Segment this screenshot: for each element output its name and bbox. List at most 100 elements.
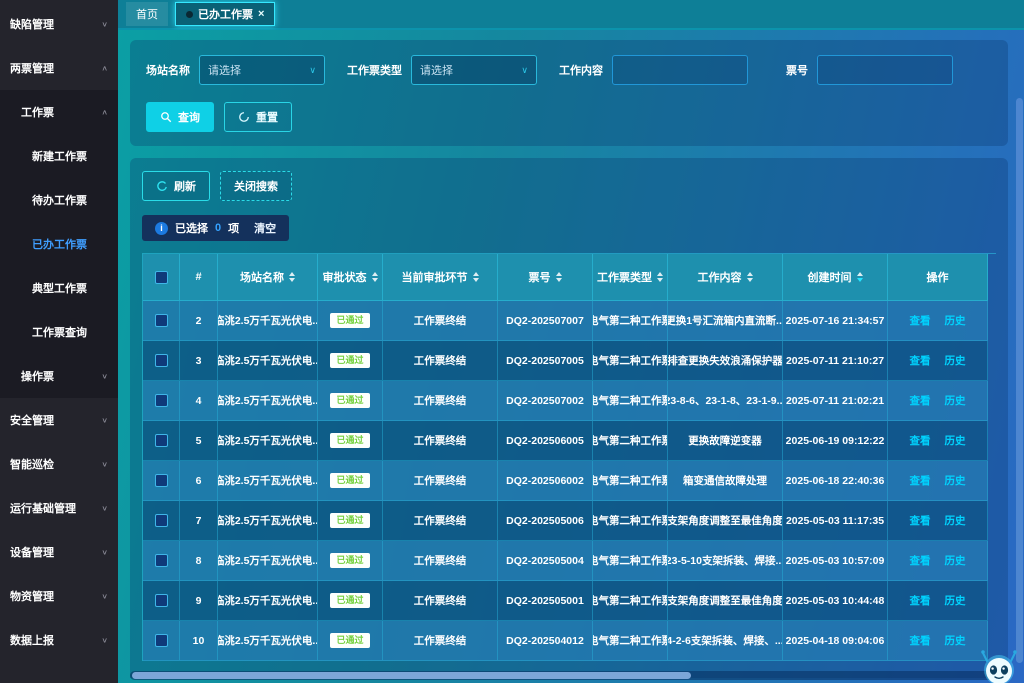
- tab[interactable]: 首页: [126, 2, 168, 26]
- history-link[interactable]: 历史: [945, 433, 966, 448]
- sort-icon[interactable]: [289, 272, 295, 282]
- assistant-robot-icon[interactable]: [978, 644, 1020, 683]
- chevron-down-icon: ∨: [521, 65, 528, 76]
- row-checkbox[interactable]: [155, 514, 168, 527]
- view-link[interactable]: 查看: [910, 353, 931, 368]
- row-checkbox[interactable]: [155, 634, 168, 647]
- sidebar-item[interactable]: 已办工作票: [0, 222, 118, 266]
- column-header-type[interactable]: 工作票类型: [593, 254, 668, 301]
- horizontal-scrollbar[interactable]: [132, 672, 691, 679]
- column-header-status[interactable]: 审批状态: [318, 254, 383, 301]
- selection-bar: 已选择 0 项 清空: [142, 215, 289, 241]
- status-badge: 已通过: [330, 433, 369, 448]
- history-link[interactable]: 历史: [945, 473, 966, 488]
- close-icon[interactable]: [258, 8, 264, 20]
- sidebar-item[interactable]: 物资管理∨: [0, 574, 118, 618]
- row-checkbox[interactable]: [155, 474, 168, 487]
- sidebar-item-label: 运行基础管理: [10, 500, 76, 516]
- sort-icon[interactable]: [556, 272, 562, 282]
- cell-ticket-no: DQ2-202507005: [498, 341, 593, 381]
- row-checkbox[interactable]: [155, 554, 168, 567]
- history-link[interactable]: 历史: [945, 313, 966, 328]
- column-header-created[interactable]: 创建时间: [783, 254, 888, 301]
- sidebar-item[interactable]: 安全管理∨: [0, 398, 118, 442]
- chevron-down-icon: ∨: [101, 416, 108, 425]
- sort-down-caret: [857, 278, 863, 282]
- history-link[interactable]: 历史: [945, 393, 966, 408]
- station-name-select[interactable]: 请选择∨: [199, 55, 325, 85]
- history-link[interactable]: 历史: [945, 553, 966, 568]
- reset-button[interactable]: 重置: [224, 102, 292, 132]
- view-link[interactable]: 查看: [910, 553, 931, 568]
- history-link[interactable]: 历史: [945, 353, 966, 368]
- sidebar-item[interactable]: 缺陷管理∨: [0, 2, 118, 46]
- column-header-content[interactable]: 工作内容: [668, 254, 783, 301]
- search-field: 工作票类型请选择∨: [347, 55, 537, 85]
- sidebar-item[interactable]: 设备管理∨: [0, 530, 118, 574]
- cell-status: 已通过: [318, 461, 383, 501]
- status-badge: 已通过: [330, 313, 369, 328]
- sidebar-item[interactable]: 操作票∨: [0, 354, 118, 398]
- sidebar-item[interactable]: 待办工作票: [0, 178, 118, 222]
- sidebar-item[interactable]: 运行基础管理∨: [0, 486, 118, 530]
- cell-created: 2025-06-18 22:40:36: [783, 461, 888, 501]
- cell-select: [143, 621, 180, 661]
- select-all-checkbox[interactable]: [155, 271, 168, 284]
- clear-selection-link[interactable]: 清空: [254, 220, 276, 236]
- sidebar-item[interactable]: 新建工作票: [0, 134, 118, 178]
- sort-icon[interactable]: [473, 272, 479, 282]
- sidebar-item[interactable]: 工作票∧: [0, 90, 118, 134]
- chevron-down-icon: ∨: [101, 20, 108, 29]
- chevron-down-icon: ∨: [101, 548, 108, 557]
- row-checkbox[interactable]: [155, 354, 168, 367]
- sidebar-item[interactable]: 典型工作票: [0, 266, 118, 310]
- sidebar-item[interactable]: 数据上报∨: [0, 618, 118, 662]
- view-link[interactable]: 查看: [910, 633, 931, 648]
- column-header-index: #: [180, 254, 218, 301]
- column-header-step[interactable]: 当前审批环节: [383, 254, 498, 301]
- query-button[interactable]: 查询: [146, 102, 214, 132]
- vertical-scrollbar[interactable]: [1016, 98, 1023, 663]
- sort-icon[interactable]: [657, 272, 663, 282]
- history-link[interactable]: 历史: [945, 633, 966, 648]
- search-form: 场站名称请选择∨工作票类型请选择∨工作内容票号: [146, 55, 992, 85]
- row-checkbox[interactable]: [155, 434, 168, 447]
- cell-select: [143, 341, 180, 381]
- row-checkbox[interactable]: [155, 314, 168, 327]
- cell-step: 工作票终结: [383, 381, 498, 421]
- cell-content: 23-8-6、23-1-8、23-1-9...: [668, 381, 783, 421]
- search-icon: [160, 111, 172, 123]
- close-search-button[interactable]: 关闭搜索: [220, 171, 292, 201]
- row-checkbox[interactable]: [155, 594, 168, 607]
- view-link[interactable]: 查看: [910, 393, 931, 408]
- sidebar-item[interactable]: 两票管理∧: [0, 46, 118, 90]
- sidebar-item-label: 新建工作票: [32, 148, 87, 164]
- history-link[interactable]: 历史: [945, 513, 966, 528]
- view-link[interactable]: 查看: [910, 473, 931, 488]
- sort-icon[interactable]: [372, 272, 378, 282]
- column-header-station[interactable]: 场站名称: [218, 254, 318, 301]
- ticket-type-select[interactable]: 请选择∨: [411, 55, 537, 85]
- cell-select: [143, 381, 180, 421]
- sort-down-caret: [556, 278, 562, 282]
- history-link[interactable]: 历史: [945, 593, 966, 608]
- column-header-ticket_no[interactable]: 票号: [498, 254, 593, 301]
- row-checkbox[interactable]: [155, 394, 168, 407]
- work-content-input[interactable]: [612, 55, 748, 85]
- cell-station: 临洮2.5万千瓦光伏电...: [218, 381, 318, 421]
- cell-station: 临洮2.5万千瓦光伏电...: [218, 581, 318, 621]
- cell-actions: 查看历史: [888, 301, 988, 341]
- sidebar-item[interactable]: 工作票查询: [0, 310, 118, 354]
- tab[interactable]: 已办工作票: [175, 2, 275, 26]
- chevron-down-icon: ∨: [101, 592, 108, 601]
- search-buttons: 查询 重置: [146, 102, 992, 132]
- refresh-button[interactable]: 刷新: [142, 171, 210, 201]
- view-link[interactable]: 查看: [910, 513, 931, 528]
- view-link[interactable]: 查看: [910, 433, 931, 448]
- sidebar-item[interactable]: 智能巡检∨: [0, 442, 118, 486]
- ticket-no-input[interactable]: [817, 55, 953, 85]
- view-link[interactable]: 查看: [910, 593, 931, 608]
- view-link[interactable]: 查看: [910, 313, 931, 328]
- sort-icon[interactable]: [857, 272, 863, 282]
- sort-icon[interactable]: [747, 272, 753, 282]
